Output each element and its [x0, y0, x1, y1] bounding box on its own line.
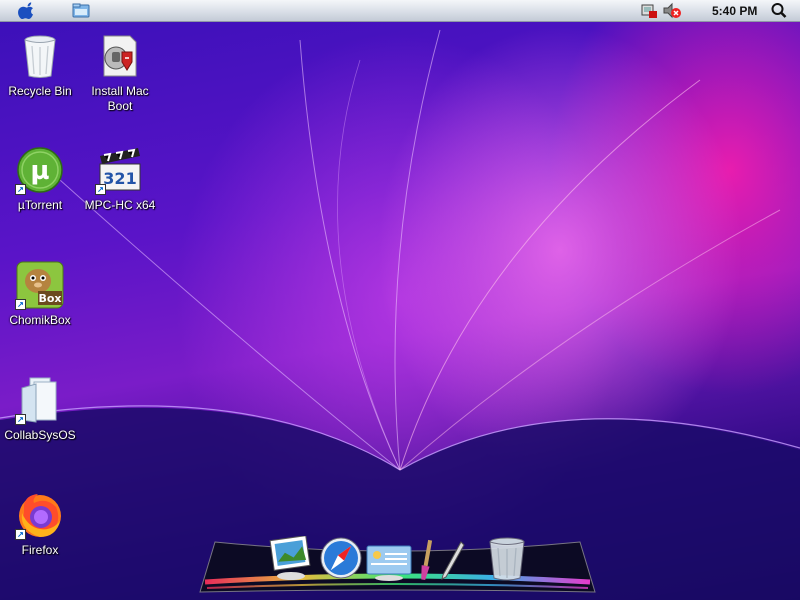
network-icon[interactable] — [640, 2, 658, 19]
mpc-badge: 321 — [103, 169, 136, 188]
desktop-icon-collabsysos[interactable]: ↗ CollabSysOS — [0, 376, 80, 443]
search-icon[interactable] — [771, 2, 787, 19]
desktop-icon-label: Recycle Bin — [8, 84, 72, 98]
mail-icon[interactable] — [365, 544, 413, 582]
top-menubar: 5:40 PM — [0, 0, 800, 22]
desktop-icon-install-mac-boot[interactable]: Install Mac Boot — [80, 32, 160, 114]
install-mac-boot-icon — [96, 32, 144, 80]
firefox-icon: ↗ — [15, 491, 64, 540]
shortcut-arrow-icon: ↗ — [15, 184, 26, 195]
desktop-icon-firefox[interactable]: ↗ Firefox — [0, 491, 80, 558]
desktop-icon-mpc-hc[interactable]: 321 ↗ MPC-HC x64 — [80, 146, 160, 213]
chomikbox-icon: Box ↗ — [15, 261, 64, 310]
brush-icon[interactable] — [417, 538, 437, 584]
shortcut-arrow-icon: ↗ — [15, 529, 26, 540]
label-line-2: Boot — [107, 99, 133, 113]
apple-logo-icon[interactable] — [18, 2, 36, 19]
volume-muted-icon[interactable] — [662, 2, 682, 19]
mpc-hc-icon: 321 ↗ — [95, 146, 144, 195]
svg-text:µ: µ — [30, 156, 49, 186]
desktop-icon-recycle-bin[interactable]: Recycle Bin — [0, 32, 80, 99]
desktop-icon-label: Firefox — [21, 543, 59, 557]
shortcut-arrow-icon: ↗ — [15, 414, 26, 425]
desktop-icon-utorrent[interactable]: µ ↗ µTorrent — [0, 146, 80, 213]
label-line-1: Install Mac — [91, 84, 149, 98]
desktop-icon-label: CollabSysOS — [4, 428, 76, 442]
desktop-icon-label: MPC-HC x64 — [84, 198, 156, 212]
desktop-icon-label: Install Mac Boot — [80, 84, 160, 114]
chomikbox-badge: Box — [38, 292, 61, 305]
safari-compass-icon[interactable] — [319, 536, 363, 580]
preview-icon[interactable] — [269, 536, 313, 582]
desktop-icon-label: µTorrent — [17, 198, 63, 212]
finder-folder-icon[interactable] — [72, 2, 90, 19]
desktop-icon-label: ChomikBox — [9, 313, 71, 327]
shortcut-arrow-icon: ↗ — [95, 184, 106, 195]
utorrent-icon: µ ↗ — [15, 146, 64, 195]
folder-icon: ↗ — [15, 376, 64, 425]
recycle-bin-icon — [16, 32, 64, 80]
desktop-icon-chomikbox[interactable]: Box ↗ ChomikBox — [0, 261, 80, 328]
shortcut-arrow-icon: ↗ — [15, 299, 26, 310]
dock — [195, 530, 600, 600]
menubar-clock[interactable]: 5:40 PM — [712, 4, 757, 18]
trash-icon[interactable] — [487, 536, 527, 584]
pen-icon[interactable] — [439, 540, 465, 582]
